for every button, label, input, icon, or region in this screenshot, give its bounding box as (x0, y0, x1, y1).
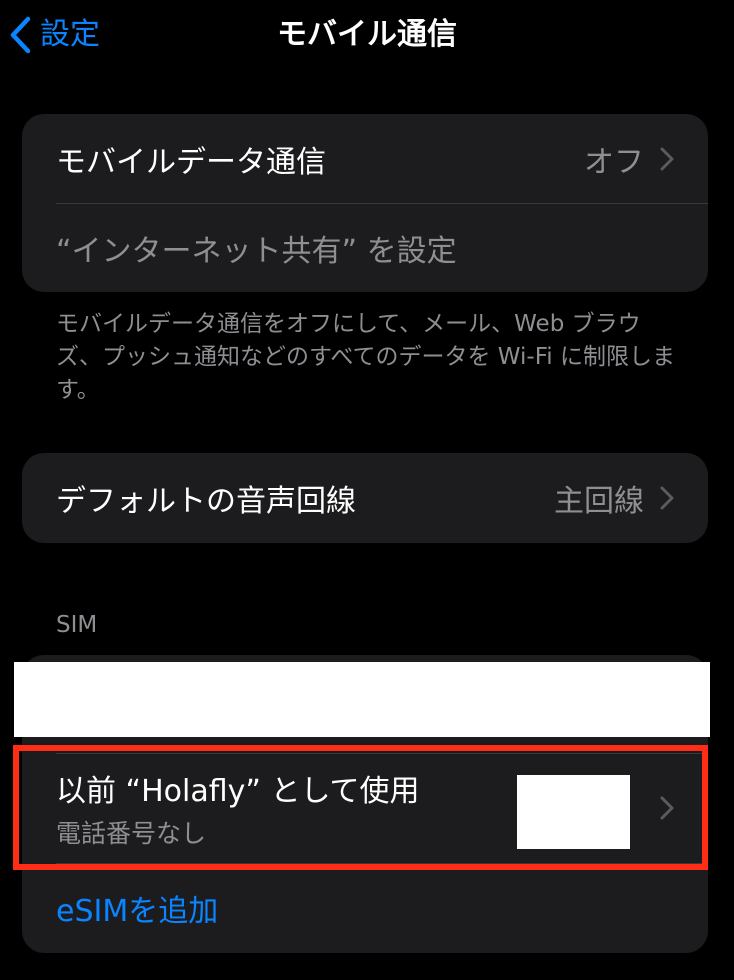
add-esim-row[interactable]: eSIMを追加 (22, 863, 708, 953)
default-voice-row[interactable]: デフォルトの音声回線 主回線 (22, 453, 708, 543)
mobile-data-row[interactable]: モバイルデータ通信 オフ (22, 114, 708, 203)
mobile-settings-page: 設定 モバイル通信 モバイルデータ通信 オフ “インターネット共有” を設定 モ… (0, 0, 734, 980)
chevron-right-icon (660, 147, 674, 171)
previous-line-label: 以前 “Holafly” として使用 (56, 774, 420, 809)
mobile-data-label: モバイルデータ通信 (56, 144, 326, 180)
mobile-data-value: オフ (584, 144, 644, 180)
redaction-overlay (517, 775, 630, 849)
mobile-data-footnote: モバイルデータ通信をオフにして、メール、Web ブラウズ、プッシュ通知などのすべ… (56, 311, 675, 403)
default-voice-card: デフォルトの音声回線 主回線 (22, 453, 708, 543)
previous-line-text: 以前 “Holafly” として使用 電話番号なし (56, 766, 420, 850)
chevron-right-icon (660, 796, 674, 820)
sim-section-header: SIM (56, 612, 98, 638)
default-voice-value: 主回線 (554, 484, 644, 519)
row-divider (56, 753, 708, 754)
default-voice-label: デフォルトの音声回線 (56, 484, 356, 519)
row-divider (56, 863, 708, 864)
row-divider (56, 203, 708, 204)
personal-hotspot-row[interactable]: “インターネット共有” を設定 (22, 203, 708, 292)
add-esim-link: eSIMを追加 (56, 894, 219, 929)
mobile-data-card: モバイルデータ通信 オフ “インターネット共有” を設定 (22, 114, 708, 292)
previous-line-sublabel: 電話番号なし (56, 819, 207, 848)
page-title: モバイル通信 (277, 17, 457, 52)
redaction-overlay (14, 662, 710, 737)
personal-hotspot-label: “インターネット共有” を設定 (56, 233, 457, 269)
chevron-right-icon (660, 486, 674, 510)
